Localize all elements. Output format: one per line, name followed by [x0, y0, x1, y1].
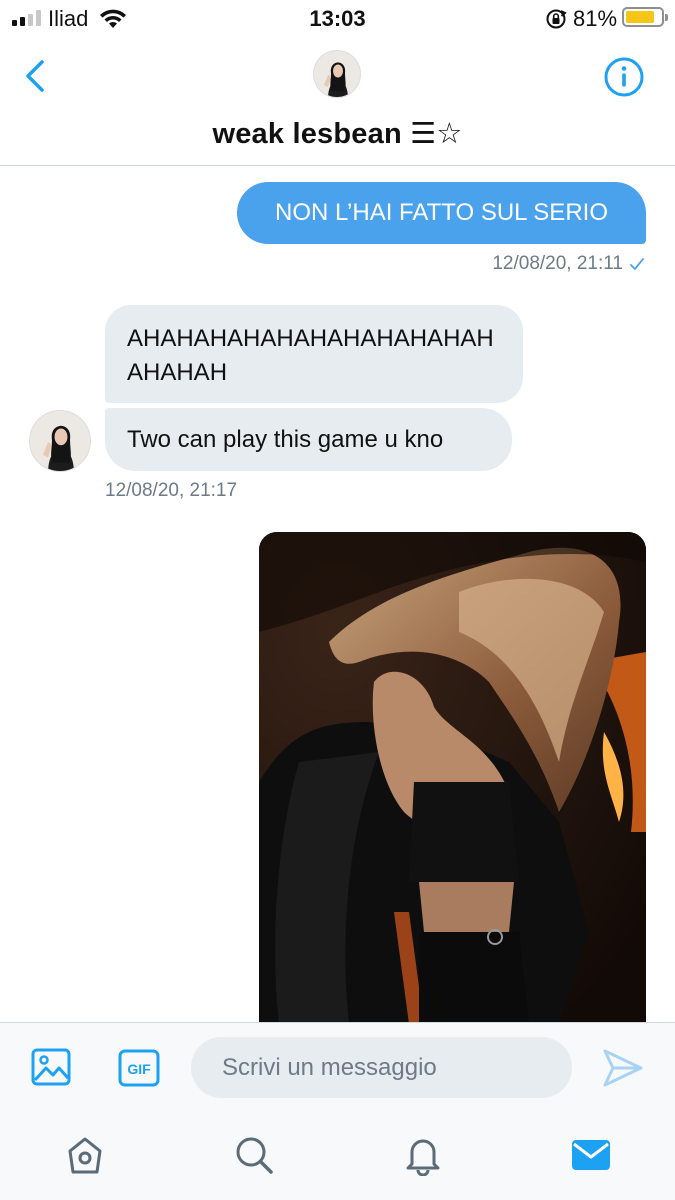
message-timestamp: 12/08/20, 21:11 [492, 253, 623, 274]
home-icon [68, 1137, 102, 1174]
message-composer: GIF Scrivi un messaggio [0, 1022, 675, 1114]
avatar-person-icon [314, 51, 360, 97]
outgoing-message-meta: 12/08/20, 21:11 [492, 253, 645, 275]
rotation-lock-icon [545, 8, 567, 35]
gif-media-message[interactable] [259, 532, 646, 1024]
tab-notifications[interactable] [402, 1134, 444, 1181]
battery-icon [622, 7, 668, 27]
gif-image [259, 532, 646, 1024]
info-icon [604, 57, 644, 97]
gif-label: GIF [127, 1061, 151, 1077]
battery-percent: 81% [573, 6, 618, 31]
gif-icon: GIF [118, 1049, 160, 1087]
conversation-title: weak lesbean ☰☆ [212, 118, 463, 150]
incoming-message-bubble[interactable]: AHAHAHAHAHAHAHAHAHAHAHAHAHAH [105, 305, 523, 403]
message-text: AHAHAHAHAHAHAHAHAHAHAHAHAHAH [127, 325, 494, 386]
sender-avatar[interactable] [29, 410, 91, 472]
send-icon [603, 1049, 643, 1087]
tab-messages[interactable] [570, 1134, 612, 1181]
status-bar: Iliad 13:03 81% [0, 0, 675, 40]
avatar-person-icon [30, 411, 90, 471]
outgoing-message-bubble[interactable]: NON L’HAI FATTO SUL SERIO [237, 182, 646, 244]
message-text: NON L’HAI FATTO SUL SERIO [275, 199, 608, 226]
incoming-message-bubble[interactable]: Two can play this game u kno [105, 408, 512, 471]
back-button[interactable] [18, 56, 54, 96]
notifications-icon [406, 1139, 440, 1177]
message-input[interactable]: Scrivi un messaggio [191, 1037, 572, 1098]
message-input-placeholder: Scrivi un messaggio [222, 1053, 437, 1081]
checkmark-icon [630, 258, 644, 270]
tab-home[interactable] [64, 1134, 106, 1181]
messages-icon [572, 1140, 610, 1170]
chevron-left-icon [26, 60, 44, 92]
image-icon [31, 1048, 71, 1086]
conversation-header: weak lesbean ☰☆ [0, 40, 675, 166]
contact-avatar[interactable] [313, 50, 361, 98]
send-button[interactable] [601, 1047, 645, 1094]
search-icon [236, 1137, 273, 1174]
tab-search[interactable] [233, 1134, 275, 1181]
add-gif-button[interactable]: GIF [118, 1049, 160, 1092]
info-button[interactable] [603, 56, 645, 98]
bottom-tab-bar [0, 1114, 675, 1200]
message-text: Two can play this game u kno [127, 425, 444, 453]
incoming-message-timestamp: 12/08/20, 21:17 [105, 480, 238, 501]
add-image-button[interactable] [31, 1047, 71, 1092]
